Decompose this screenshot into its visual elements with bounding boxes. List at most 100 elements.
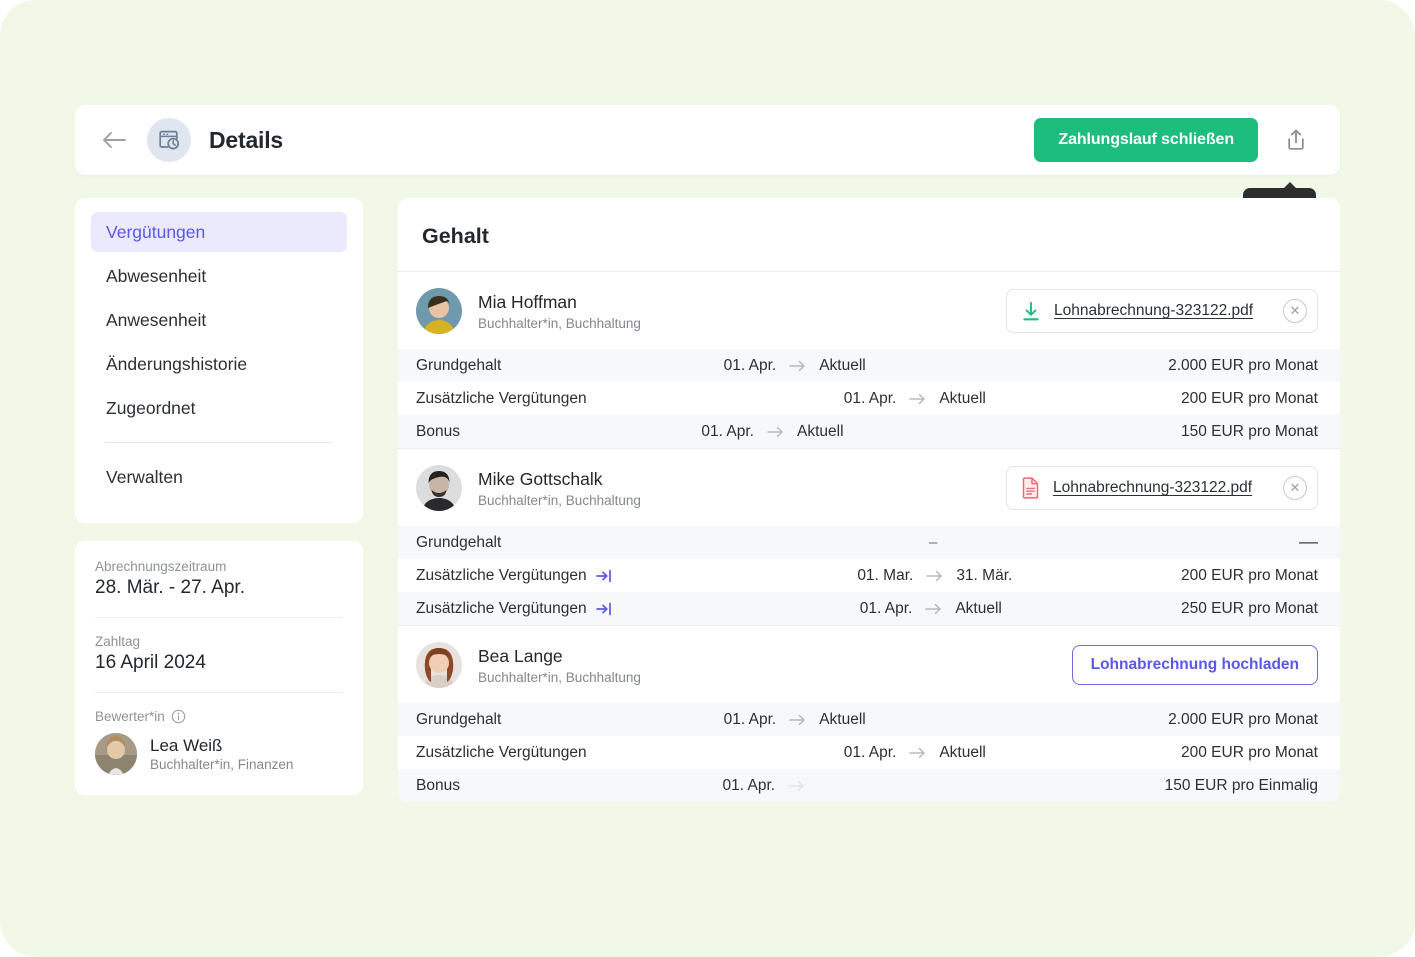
employee-header: Mia Hoffman Buchhalter*in, Buchhaltung L… [398, 272, 1340, 349]
row-end-date: Aktuell [939, 743, 986, 761]
arrow-right-icon [789, 714, 805, 725]
row-start-date: 01. Apr. [843, 743, 897, 761]
sidebar-item-verguetungen[interactable]: Vergütungen [91, 212, 347, 252]
close-circle-icon[interactable]: ✕ [1283, 476, 1307, 500]
pdf-file-icon[interactable] [1021, 477, 1040, 499]
arrow-right-icon [909, 393, 926, 404]
payday-label: Zahltag [95, 634, 141, 649]
employee-block: Bea Lange Buchhalter*in, Buchhaltung Loh… [398, 626, 1340, 802]
arrow-right-icon [926, 570, 943, 581]
share-export-icon [1288, 129, 1304, 150]
row-end-date: 31. Mär. [956, 566, 1013, 584]
row-period: 01. Apr. Aktuell [613, 600, 1181, 618]
row-period: – [501, 534, 1299, 552]
row-period: 01. Apr. Aktuell [460, 423, 1181, 441]
sidebar-item-zugeordnet[interactable]: Zugeordnet [91, 388, 347, 428]
row-period: 01. Mar. 31. Mär. [613, 567, 1181, 585]
export-button[interactable] [1274, 118, 1318, 162]
table-row: Grundgehalt – — [398, 526, 1340, 559]
sidebar-item-label: Änderungshistorie [106, 353, 248, 374]
payslip-file-chip[interactable]: Lohnabrechnung-323122.pdf ✕ [1006, 289, 1318, 333]
row-label: Bonus [416, 777, 460, 795]
reviewer-name: Lea Weiß [150, 736, 223, 755]
sidebar-nav: Vergütungen Abwesenheit Anwesenheit Ände… [75, 198, 363, 523]
employee-meta: Mia Hoffman Buchhalter*in, Buchhaltung [478, 292, 641, 331]
row-label: Zusätzliche Vergütungen [416, 390, 587, 408]
payroll-info-card: Abrechnungszeitraum 28. Mär. - 27. Apr. … [75, 541, 363, 795]
sidebar-item-verwalten[interactable]: Verwalten [91, 457, 347, 497]
sidebar-item-anwesenheit[interactable]: Anwesenheit [91, 300, 347, 340]
row-amount: 200 EUR pro Monat [1181, 566, 1318, 584]
employee-block: Mike Gottschalk Buchhalter*in, Buchhaltu… [398, 449, 1340, 626]
row-amount: 150 EUR pro Monat [1181, 422, 1318, 440]
close-payment-run-button[interactable]: Zahlungslauf schließen [1034, 118, 1258, 162]
employee-role: Buchhalter*in, Buchhaltung [478, 315, 641, 331]
avatar [95, 733, 137, 775]
row-start-date: 01. Apr. [859, 599, 913, 617]
employee-name: Bea Lange [478, 645, 563, 666]
row-label: Grundgehalt [416, 711, 501, 729]
table-row: Zusätzliche Vergütungen 01. Apr. Aktuell… [398, 592, 1340, 625]
row-amount: — [1299, 531, 1318, 553]
row-end-date: Aktuell [939, 389, 986, 407]
table-row: Bonus 01. Apr. 150 EUR pro Einmalig [398, 769, 1340, 802]
file-name-link[interactable]: Lohnabrechnung-323122.pdf [1054, 302, 1253, 320]
close-circle-icon[interactable]: ✕ [1283, 299, 1307, 323]
download-icon[interactable] [1021, 301, 1041, 322]
employee-header: Mike Gottschalk Buchhalter*in, Buchhaltu… [398, 449, 1340, 526]
row-label-text: Zusätzliche Vergütungen [416, 566, 587, 584]
info-divider [95, 617, 343, 618]
arrow-right-icon [789, 360, 805, 371]
back-button[interactable] [97, 123, 131, 157]
employee-role: Buchhalter*in, Buchhaltung [478, 669, 641, 685]
reviewer-role: Buchhalter*in, Finanzen [150, 757, 294, 772]
row-end-date: Aktuell [819, 356, 866, 374]
sidebar-item-label: Zugeordnet [106, 397, 196, 418]
row-amount: 200 EUR pro Monat [1181, 389, 1318, 407]
sidebar-item-aenderungshistorie[interactable]: Änderungshistorie [91, 344, 347, 384]
file-name-link[interactable]: Lohnabrechnung-323122.pdf [1053, 479, 1252, 497]
panel-title: Gehalt [398, 198, 1340, 272]
employee-name: Mike Gottschalk [478, 468, 603, 489]
salary-panel: Gehalt Mia Hoffman Buchhalter*in, Buchha… [398, 198, 1340, 802]
sidebar-item-abwesenheit[interactable]: Abwesenheit [91, 256, 347, 296]
row-label: Zusätzliche Vergütungen [416, 600, 613, 618]
table-row: Zusätzliche Vergütungen 01. Apr. Aktuell… [398, 736, 1340, 769]
period-label: Abrechnungszeitraum [95, 559, 227, 574]
row-period: 01. Apr. Aktuell [587, 744, 1181, 762]
row-label-text: Grundgehalt [416, 710, 502, 728]
period-value: 28. Mär. - 27. Apr. [95, 577, 245, 598]
payday-value: 16 April 2024 [95, 652, 206, 673]
info-circle-icon[interactable] [171, 709, 186, 724]
app-root: Details Zahlungslauf schließen Export Ve… [0, 0, 1415, 957]
row-amount: 250 EUR pro Monat [1181, 599, 1318, 617]
avatar [416, 642, 462, 688]
row-start-date: 01. Apr. [843, 389, 897, 407]
payslip-file-chip[interactable]: Lohnabrechnung-323122.pdf ✕ [1006, 466, 1318, 510]
info-divider [95, 692, 343, 693]
row-label-text: Zusätzliche Vergütungen [416, 599, 587, 617]
row-amount: 2.000 EUR pro Monat [1168, 356, 1318, 374]
row-label: Zusätzliche Vergütungen [416, 744, 587, 762]
row-period: 01. Apr. Aktuell [501, 357, 1168, 375]
row-label-text: Bonus [416, 776, 460, 794]
table-row: Grundgehalt 01. Apr. Aktuell 2.000 EUR p… [398, 349, 1340, 382]
sidebar-item-label: Abwesenheit [106, 265, 207, 286]
avatar [416, 288, 462, 334]
window-clock-icon [147, 118, 191, 162]
employee-name: Mia Hoffman [478, 291, 577, 312]
row-empty-dash: – [928, 533, 938, 551]
row-start-date: 01. Apr. [701, 422, 754, 440]
reviewer-row: Lea Weiß Buchhalter*in, Finanzen [95, 733, 343, 775]
row-end-date: Aktuell [797, 422, 844, 440]
row-label: Bonus [416, 423, 460, 441]
page-header: Details Zahlungslauf schließen [75, 105, 1340, 175]
row-label: Grundgehalt [416, 357, 501, 375]
row-label-text: Bonus [416, 422, 460, 440]
sidebar-divider [106, 442, 332, 443]
upload-payslip-button[interactable]: Lohnabrechnung hochladen [1071, 645, 1318, 685]
arrow-right-faded-icon [788, 780, 804, 791]
employee-meta: Mike Gottschalk Buchhalter*in, Buchhaltu… [478, 469, 641, 508]
reviewer-label: Bewerter*in [95, 709, 165, 724]
row-start-date: 01. Apr. [723, 710, 777, 728]
